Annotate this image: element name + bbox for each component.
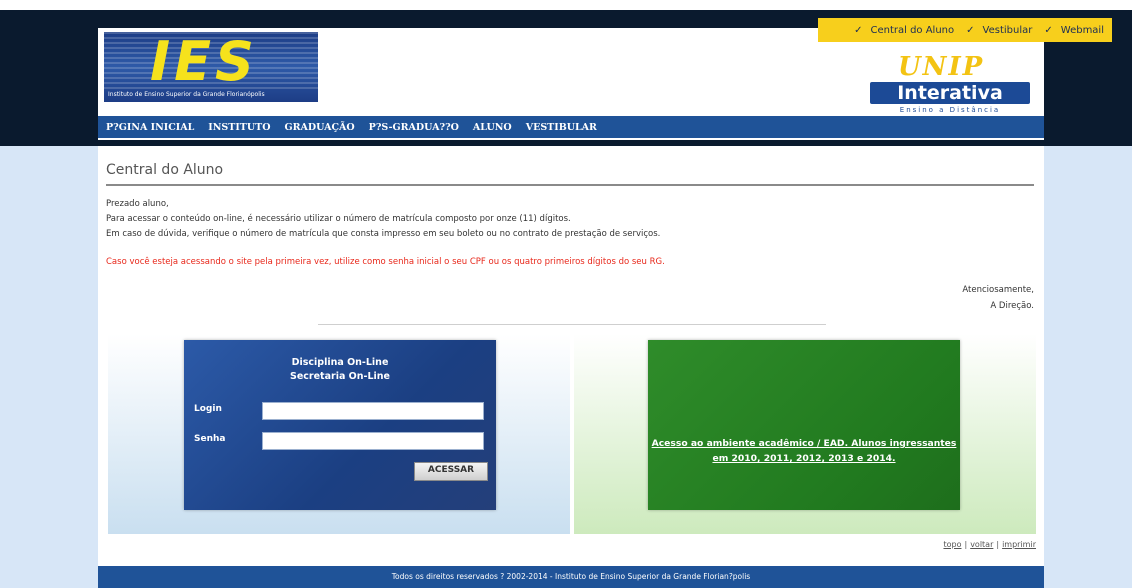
interativa-logo-text: Interativa <box>870 82 1030 104</box>
ead-box: Acesso ao ambiente acadêmico / EAD. Alun… <box>648 340 960 510</box>
ies-logo-letters: IES <box>150 32 258 93</box>
page-title: Central do Aluno <box>106 162 224 178</box>
login-input[interactable] <box>262 402 484 420</box>
login-box: Disciplina On-Line Secretaria On-Line Lo… <box>184 340 496 510</box>
unip-interativa-logo[interactable]: UNIP Interativa Ensino a Distância <box>870 52 1032 124</box>
unip-logo-text: UNIP <box>898 52 985 82</box>
nav-item-aluno[interactable]: ALUNO <box>473 122 512 133</box>
submit-button[interactable]: ACESSAR <box>414 462 488 481</box>
top-link-label: Vestibular <box>982 24 1033 36</box>
signoff-line: Atenciosamente, <box>962 285 1034 295</box>
top-link-webmail[interactable]: ✓ Webmail <box>1038 25 1104 36</box>
signoff: Atenciosamente, A Direção. <box>962 282 1034 314</box>
main-nav: P?GINA INICIAL INSTITUTO GRADUAÇÃO P?S-G… <box>98 116 1044 138</box>
section-divider <box>318 324 826 325</box>
check-icon: ✓ <box>966 24 975 36</box>
check-icon: ✓ <box>854 24 863 36</box>
title-divider <box>106 184 1034 186</box>
footer: Todos os direitos reservados ? 2002-2014… <box>98 566 1044 588</box>
ies-logo-tagline: Instituto de Ensino Superior da Grande F… <box>108 91 265 98</box>
ead-access-link[interactable]: Acesso ao ambiente acadêmico / EAD. Alun… <box>648 436 960 466</box>
signoff-line: A Direção. <box>990 301 1034 311</box>
login-label: Login <box>194 404 222 414</box>
nav-item-vestibular[interactable]: VESTIBULAR <box>526 122 597 133</box>
back-link[interactable]: voltar <box>970 540 993 549</box>
nav-item-graduacao[interactable]: GRADUAÇÃO <box>284 122 354 133</box>
intro-line: Para acessar o conteúdo on-line, é neces… <box>106 214 571 224</box>
top-link-label: Webmail <box>1060 24 1104 36</box>
intro-line: Em caso de dúvida, verifique o número de… <box>106 229 661 239</box>
top-links-bar: ✓ Central do Aluno ✓ Vestibular ✓ Webmail <box>818 18 1112 42</box>
nav-item-pagina-inicial[interactable]: P?GINA INICIAL <box>106 122 194 133</box>
ead-logo-text: Ensino a Distância <box>899 106 1001 114</box>
top-link-label: Central do Aluno <box>870 24 955 36</box>
nav-item-pos-graduacao[interactable]: P?S-GRADUA??O <box>369 122 459 133</box>
utility-links: topo | voltar | imprimir <box>943 540 1036 549</box>
check-icon: ✓ <box>1044 24 1053 36</box>
separator: | <box>964 540 968 549</box>
top-link-central-do-aluno[interactable]: ✓ Central do Aluno <box>848 25 954 36</box>
first-access-warning: Caso você esteja acessando o site pela p… <box>106 257 665 267</box>
intro-text: Prezado aluno, Para acessar o conteúdo o… <box>106 197 660 242</box>
intro-line: Prezado aluno, <box>106 199 169 209</box>
nav-item-instituto[interactable]: INSTITUTO <box>208 122 270 133</box>
login-box-title: Disciplina On-Line Secretaria On-Line <box>184 356 496 384</box>
password-input[interactable] <box>262 432 484 450</box>
print-link[interactable]: imprimir <box>1002 540 1036 549</box>
password-label: Senha <box>194 434 226 444</box>
main-content: Central do Aluno Prezado aluno, Para ace… <box>98 146 1044 566</box>
separator: | <box>996 540 1000 549</box>
top-link[interactable]: topo <box>943 540 961 549</box>
top-link-vestibular[interactable]: ✓ Vestibular <box>960 25 1032 36</box>
login-title-line: Disciplina On-Line <box>291 357 389 368</box>
ies-logo[interactable]: IES Instituto de Ensino Superior da Gran… <box>104 32 318 102</box>
login-title-line: Secretaria On-Line <box>290 371 390 382</box>
